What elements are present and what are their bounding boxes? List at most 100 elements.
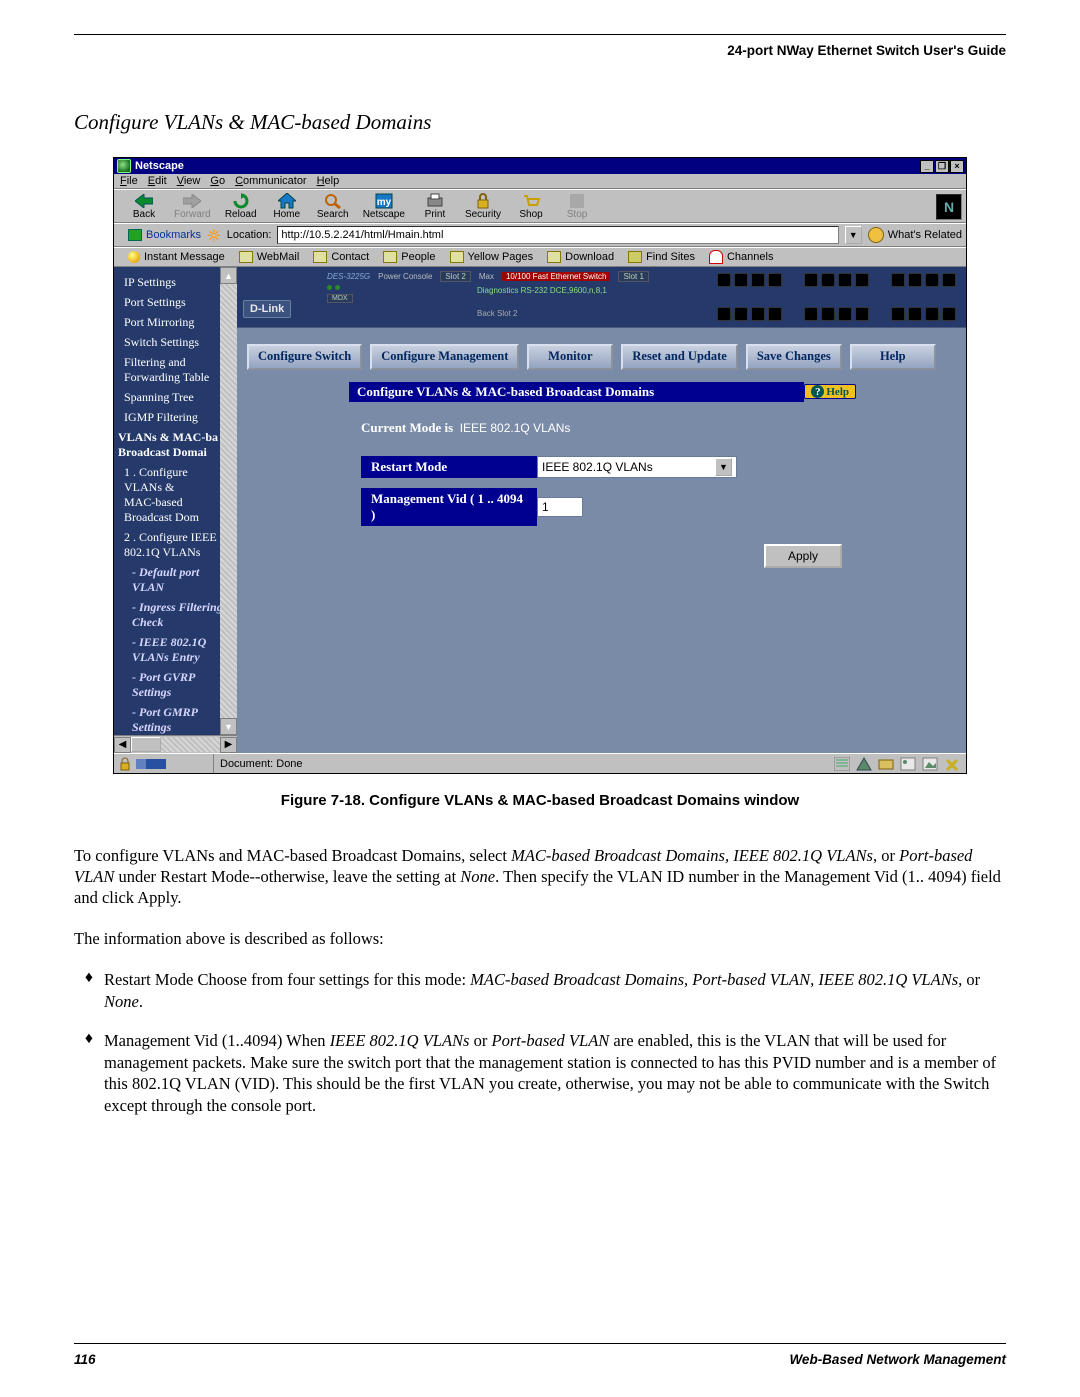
security-button[interactable]: Security [465,193,501,220]
restart-mode-select[interactable]: IEEE 802.1Q VLANs ▼ [537,456,737,478]
pt-label: Download [565,251,614,263]
mgmt-vid-label: Management Vid ( 1 .. 4094 ) [361,488,537,526]
scrollbar-up-button[interactable]: ▲ [220,267,237,284]
mgmt-vid-input[interactable] [537,497,583,517]
sidebar-item[interactable]: Filtering and Forwarding Table [124,355,235,385]
hscroll-thumb[interactable] [131,737,161,752]
tray-icon[interactable] [834,757,850,771]
menu-go[interactable]: Go [210,175,225,187]
reload-button[interactable]: Reload [225,193,257,220]
back-button[interactable]: Back [128,193,160,220]
status-text: Document: Done [214,758,828,770]
device-slot1: Slot 1 [618,271,648,282]
hscroll-left[interactable]: ◀ [114,737,131,753]
home-button[interactable]: Home [271,193,303,220]
minimize-button[interactable]: _ [920,160,934,173]
stop-icon [567,193,587,209]
main-button-row: Configure Switch Configure Management Mo… [237,328,966,380]
page-footer: 116 Web-Based Network Management [74,1343,1006,1367]
menu-communicator[interactable]: Communicator [235,175,307,187]
location-dropdown-arrow[interactable]: ▼ [845,226,862,244]
search-button[interactable]: Search [317,193,349,220]
pt-people[interactable]: People [383,251,435,263]
sidebar-item[interactable]: IGMP Filtering [124,410,235,425]
sidebar-subitem[interactable]: - Default port VLAN [124,565,235,595]
menu-view[interactable]: View [177,175,201,187]
monitor-button[interactable]: Monitor [527,344,613,370]
hscroll-right[interactable]: ▶ [220,737,237,753]
window-title-bar: Netscape _ ❐ × [114,158,966,174]
scrollbar-down-button[interactable]: ▼ [220,718,237,735]
menu-bar: File Edit View Go Communicator Help [114,174,966,189]
device-brand: D-Link [243,300,291,318]
apply-button[interactable]: Apply [764,544,842,568]
hscroll-track[interactable] [161,737,220,752]
whats-related-label: What's Related [888,229,962,241]
nav-toolbar: Back Forward Reload Home [114,189,966,223]
channels-icon [709,250,723,264]
menu-file[interactable]: File [120,175,138,187]
scrollbar-track[interactable] [220,284,237,718]
sidebar-item[interactable]: IP Settings [124,275,235,290]
shop-button[interactable]: Shop [515,193,547,220]
h-scrollbar: ◀ ▶ [114,735,237,753]
close-button[interactable]: × [950,160,964,173]
menu-help[interactable]: Help [317,175,340,187]
save-changes-button[interactable]: Save Changes [746,344,842,370]
sidebar-group-header[interactable]: VLANs & MAC-ba Broadcast Domai [118,430,235,460]
sidebar-subitem[interactable]: - Port GMRP Settings [124,705,235,735]
figure-caption: Figure 7-18. Configure VLANs & MAC-based… [74,792,1006,809]
status-security-section[interactable] [114,754,214,773]
config-title: Configure VLANs & MAC-based Broadcast Do… [349,382,804,402]
pt-yellowpages[interactable]: Yellow Pages [450,251,534,263]
tray-icon[interactable] [856,757,872,771]
device-model: DES-3225G [327,272,370,281]
sidebar-item[interactable]: 2 . Configure IEEE 802.1Q VLANs [124,530,235,560]
bookmarks-button[interactable]: Bookmarks [128,229,201,241]
sidebar-item[interactable]: Port Settings [124,295,235,310]
sidebar-item[interactable]: Port Mirroring [124,315,235,330]
location-input[interactable] [277,226,838,244]
pt-contact[interactable]: Contact [313,251,369,263]
pt-channels[interactable]: Channels [709,250,773,264]
address-bar: Bookmarks 🔆 Location: ▼ What's Related [114,223,966,247]
current-mode-label: Current Mode is [361,420,453,435]
reload-label: Reload [225,209,257,220]
netscape-icon: my [374,193,394,209]
whats-related-button[interactable]: What's Related [868,227,962,243]
folder-icon [547,251,561,263]
pt-webmail[interactable]: WebMail [239,251,300,263]
sidebar-item[interactable]: 1 . Configure VLANs & MAC-based Broadcas… [124,465,235,525]
pt-download[interactable]: Download [547,251,614,263]
sidebar-subitem[interactable]: - IEEE 802.1Q VLANs Entry [124,635,235,665]
sidebar-item[interactable]: Spanning Tree [124,390,235,405]
panel-help-button[interactable]: Help [804,384,856,399]
menu-edit[interactable]: Edit [148,175,167,187]
back-arrow-icon [134,193,154,209]
back-label: Back [133,209,155,220]
print-button[interactable]: Print [419,193,451,220]
header-rule [74,34,1006,35]
device-back-slot2: Back Slot 2 [477,309,517,318]
configure-switch-button[interactable]: Configure Switch [247,344,362,370]
maximize-button[interactable]: ❐ [935,160,949,173]
forward-label: Forward [174,209,211,220]
restart-mode-value: IEEE 802.1Q VLANs [542,460,653,474]
pt-findsites[interactable]: Find Sites [628,251,695,263]
netscape-label: Netscape [363,209,405,220]
tray-icon[interactable] [900,757,916,771]
help-button[interactable]: Help [850,344,936,370]
tray-icon[interactable] [878,757,894,771]
status-bar: Document: Done [114,753,966,773]
tray-icon[interactable] [922,757,938,771]
sidebar-subitem[interactable]: - Ingress Filtering Check [124,600,235,630]
configure-management-button[interactable]: Configure Management [370,344,519,370]
print-icon [425,193,445,209]
pt-instant-message[interactable]: Instant Message [128,251,225,263]
netscape-button[interactable]: my Netscape [363,193,405,220]
tray-icon[interactable] [944,757,960,771]
sidebar-item[interactable]: Switch Settings [124,335,235,350]
current-mode-row: Current Mode is IEEE 802.1Q VLANs [361,420,844,436]
sidebar-subitem[interactable]: - Port GVRP Settings [124,670,235,700]
reset-update-button[interactable]: Reset and Update [621,344,737,370]
